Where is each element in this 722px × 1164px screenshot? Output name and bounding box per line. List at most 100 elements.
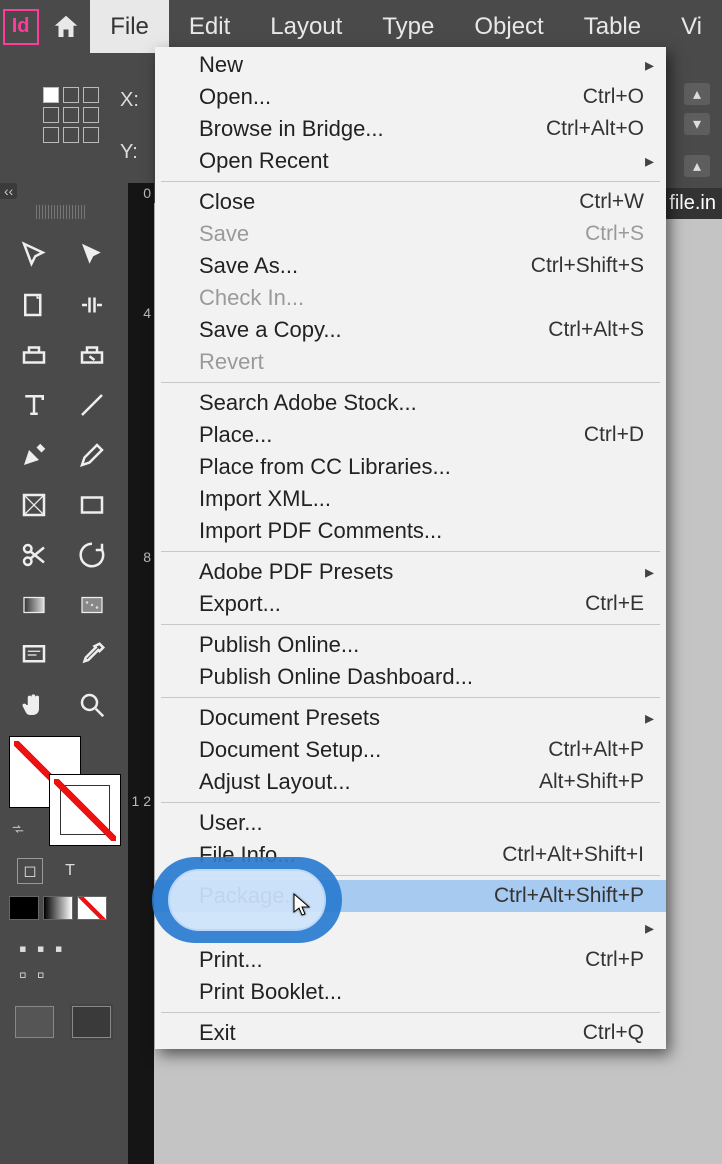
menu-item-shortcut: Alt+Shift+P xyxy=(539,770,644,794)
apply-gradient-icon[interactable] xyxy=(43,896,73,920)
menu-item-publish-online-dashboard[interactable]: Publish Online Dashboard... xyxy=(155,661,666,693)
menu-view-truncated[interactable]: Vi xyxy=(661,0,722,53)
menu-item-shortcut: Ctrl+Alt+O xyxy=(546,117,644,141)
eyedropper-tool-icon[interactable] xyxy=(63,630,121,680)
gradient-swatch-tool-icon[interactable] xyxy=(5,580,63,630)
menu-item-place-from-cc-libraries[interactable]: Place from CC Libraries... xyxy=(155,451,666,483)
menu-item-shortcut: Ctrl+O xyxy=(583,85,644,109)
menu-item-import-xml[interactable]: Import XML... xyxy=(155,483,666,515)
menu-item-shortcut: Ctrl+Alt+Shift+I xyxy=(502,843,644,867)
note-tool-icon[interactable] xyxy=(5,630,63,680)
x-stepper[interactable]: ▴ ▾ xyxy=(680,79,714,139)
submenu-arrow-icon: ▸ xyxy=(645,918,654,939)
apply-none-icon[interactable] xyxy=(77,896,107,920)
selection-tool-icon[interactable] xyxy=(5,230,63,280)
screen-mode-preview-icon[interactable] xyxy=(72,1006,111,1038)
menu-item-print-booklet[interactable]: Print Booklet... xyxy=(155,976,666,1008)
menu-table[interactable]: Table xyxy=(564,0,661,53)
menu-object[interactable]: Object xyxy=(454,0,563,53)
menu-file[interactable]: File xyxy=(90,0,169,53)
screen-mode-normal-icon[interactable] xyxy=(15,1006,54,1038)
content-collector-tool-icon[interactable] xyxy=(5,330,63,380)
scissors-tool-icon[interactable] xyxy=(5,530,63,580)
line-tool-icon[interactable] xyxy=(63,380,121,430)
menu-item-adjust-layout[interactable]: Adjust Layout...Alt+Shift+P xyxy=(155,766,666,798)
type-tool-icon[interactable] xyxy=(5,380,63,430)
menu-item-label: Search Adobe Stock... xyxy=(199,390,417,416)
menu-item-label: Revert xyxy=(199,349,264,375)
menu-item-label: Print... xyxy=(199,947,263,973)
pen-tool-icon[interactable] xyxy=(5,430,63,480)
gap-tool-icon[interactable] xyxy=(63,280,121,330)
menu-item-check-in: Check In... xyxy=(155,282,666,314)
formatting-text-icon[interactable]: T xyxy=(57,858,83,884)
menu-edit[interactable]: Edit xyxy=(169,0,250,53)
menu-item-save-a-copy[interactable]: Save a Copy...Ctrl+Alt+S xyxy=(155,314,666,346)
menu-item-label: Check In... xyxy=(199,285,304,311)
menu-item-open[interactable]: Open... Ctrl+O xyxy=(155,81,666,113)
apply-color-icon[interactable] xyxy=(9,896,39,920)
menu-item-import-pdf-comments[interactable]: Import PDF Comments... xyxy=(155,515,666,547)
swap-fill-stroke-icon[interactable] xyxy=(11,822,25,836)
menu-item-shortcut: Ctrl+Q xyxy=(583,1021,644,1045)
menu-item-document-setup[interactable]: Document Setup...Ctrl+Alt+P xyxy=(155,734,666,766)
menu-item-adobe-pdf-presets[interactable]: Adobe PDF Presets ▸ xyxy=(155,556,666,588)
stroke-swatch[interactable] xyxy=(49,774,121,846)
menu-separator xyxy=(161,697,660,698)
chevron-down-icon[interactable]: ▾ xyxy=(684,113,710,135)
formatting-container-icon[interactable]: ◻ xyxy=(17,858,43,884)
ruler-tick: 0 xyxy=(128,183,151,303)
panel-grip-icon[interactable] xyxy=(36,205,86,219)
submenu-arrow-icon: ▸ xyxy=(645,562,654,583)
menu-item-label: Open Recent xyxy=(199,148,329,174)
free-transform-tool-icon[interactable] xyxy=(63,530,121,580)
rectangle-tool-icon[interactable] xyxy=(63,480,121,530)
menu-item-place[interactable]: Place...Ctrl+D xyxy=(155,419,666,451)
menu-layout[interactable]: Layout xyxy=(250,0,362,53)
zoom-tool-icon[interactable] xyxy=(63,680,121,730)
menu-item-browse-in-bridge[interactable]: Browse in Bridge...Ctrl+Alt+O xyxy=(155,113,666,145)
menu-item-label: User... xyxy=(199,810,263,836)
submenu-arrow-icon: ▸ xyxy=(645,708,654,729)
home-icon[interactable] xyxy=(41,12,90,42)
panel-collapse-handle[interactable]: ‹‹ xyxy=(0,183,17,199)
vertical-ruler[interactable]: 0 4 8 1 2 xyxy=(128,183,154,1164)
gradient-feather-tool-icon[interactable] xyxy=(63,580,121,630)
menu-item-label: Adobe PDF Presets xyxy=(199,559,393,585)
menu-item-search-adobe-stock[interactable]: Search Adobe Stock... xyxy=(155,387,666,419)
menu-separator xyxy=(161,382,660,383)
ruler-tick: 8 xyxy=(128,547,151,791)
tool-options-icon[interactable]: ▪ ▪ ▪▫ ▫ xyxy=(5,926,121,998)
menu-item-new[interactable]: New▸ xyxy=(155,49,666,81)
menu-type[interactable]: Type xyxy=(362,0,454,53)
menu-item-shortcut: Ctrl+E xyxy=(585,592,644,616)
rectangle-frame-tool-icon[interactable] xyxy=(5,480,63,530)
menu-item-print[interactable]: Print...Ctrl+P xyxy=(155,944,666,976)
menu-item-label: Open... xyxy=(199,84,271,110)
menu-item-document-presets[interactable]: Document Presets▸ xyxy=(155,702,666,734)
chevron-up-icon[interactable]: ▴ xyxy=(684,83,710,105)
menu-item-publish-online[interactable]: Publish Online... xyxy=(155,629,666,661)
menu-item-label: Close xyxy=(199,189,255,215)
hand-tool-icon[interactable] xyxy=(5,680,63,730)
document-tab[interactable]: file.in xyxy=(663,188,722,219)
menu-item-label: Save xyxy=(199,221,249,247)
pencil-tool-icon[interactable] xyxy=(63,430,121,480)
menu-item-close[interactable]: CloseCtrl+W xyxy=(155,186,666,218)
menu-separator xyxy=(161,551,660,552)
fill-stroke-swatches[interactable] xyxy=(5,736,121,846)
menu-item-export[interactable]: Export...Ctrl+E xyxy=(155,588,666,620)
menu-item-label: Place from CC Libraries... xyxy=(199,454,451,480)
menu-bar: Id File Edit Layout Type Object Table Vi xyxy=(0,0,722,53)
direct-selection-tool-icon[interactable] xyxy=(63,230,121,280)
content-placer-tool-icon[interactable] xyxy=(63,330,121,380)
menu-item-exit[interactable]: ExitCtrl+Q xyxy=(155,1017,666,1049)
menu-item-shortcut: Ctrl+Shift+S xyxy=(531,254,644,278)
menu-item-save-as[interactable]: Save As...Ctrl+Shift+S xyxy=(155,250,666,282)
reference-point-grid[interactable] xyxy=(43,87,99,143)
menu-item-open-recent[interactable]: Open Recent▸ xyxy=(155,145,666,177)
chevron-up-icon[interactable]: ▴ xyxy=(684,155,710,177)
submenu-arrow-icon: ▸ xyxy=(645,55,654,76)
page-tool-icon[interactable] xyxy=(5,280,63,330)
menu-item-user[interactable]: User... xyxy=(155,807,666,839)
